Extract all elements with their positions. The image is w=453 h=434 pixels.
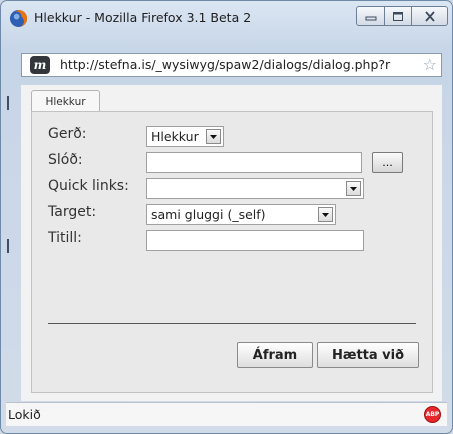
star-icon[interactable]: ☆ xyxy=(423,56,437,74)
dialog-content: Hlekkur Gerð: Hlekkur Slóð: ... Quick li… xyxy=(21,85,442,401)
chevron-down-icon[interactable] xyxy=(346,181,361,196)
gerd-selected-value: Hlekkur xyxy=(151,129,199,144)
address-bar[interactable]: m http://stefna.is/_wysiwyg/spaw2/dialog… xyxy=(21,53,442,77)
target-label: Target: xyxy=(48,204,97,220)
gerd-label: Gerð: xyxy=(48,126,87,142)
firefox-icon xyxy=(9,9,28,28)
chevron-down-icon[interactable] xyxy=(206,129,221,144)
slod-label: Slóð: xyxy=(48,152,83,168)
title-bar[interactable]: Hlekkur - Mozilla Firefox 3.1 Beta 2 xyxy=(1,1,452,39)
target-selected-value: sami gluggi (_self) xyxy=(151,207,266,222)
chevron-down-icon[interactable] xyxy=(318,207,333,222)
status-bar: Lokið ABP xyxy=(6,402,447,426)
close-button[interactable] xyxy=(412,6,448,26)
window-title: Hlekkur - Mozilla Firefox 3.1 Beta 2 xyxy=(34,10,252,25)
maximize-button[interactable] xyxy=(385,6,412,26)
site-favicon-icon: m xyxy=(30,56,50,74)
haetta-vid-button[interactable]: Hætta við xyxy=(317,342,419,368)
tab-hlekkur[interactable]: Hlekkur xyxy=(31,90,100,112)
window-edge-marker xyxy=(7,239,9,253)
url-text[interactable]: http://stefna.is/_wysiwyg/spaw2/dialogs/… xyxy=(60,57,412,72)
adblock-plus-icon[interactable]: ABP xyxy=(424,406,441,423)
browse-button[interactable]: ... xyxy=(372,152,403,173)
minimize-button[interactable] xyxy=(356,6,385,26)
quicklinks-select[interactable] xyxy=(146,178,364,199)
titill-label: Titill: xyxy=(48,230,82,246)
status-text: Lokið xyxy=(8,407,41,422)
close-icon xyxy=(424,10,435,22)
gerd-select[interactable]: Hlekkur xyxy=(146,126,224,147)
browser-window: Hlekkur - Mozilla Firefox 3.1 Beta 2 m h… xyxy=(0,0,453,434)
target-select[interactable]: sami gluggi (_self) xyxy=(146,204,336,225)
slod-input[interactable] xyxy=(146,152,362,173)
afram-button[interactable]: Áfram xyxy=(237,342,313,368)
maximize-icon xyxy=(393,11,403,21)
quicklinks-label: Quick links: xyxy=(48,178,129,194)
titill-input[interactable] xyxy=(146,230,364,251)
link-properties-panel: Gerð: Hlekkur Slóð: ... Quick links: Tar… xyxy=(31,111,433,393)
window-edge-marker xyxy=(7,96,9,110)
divider xyxy=(48,323,416,324)
minimize-icon xyxy=(365,16,376,21)
